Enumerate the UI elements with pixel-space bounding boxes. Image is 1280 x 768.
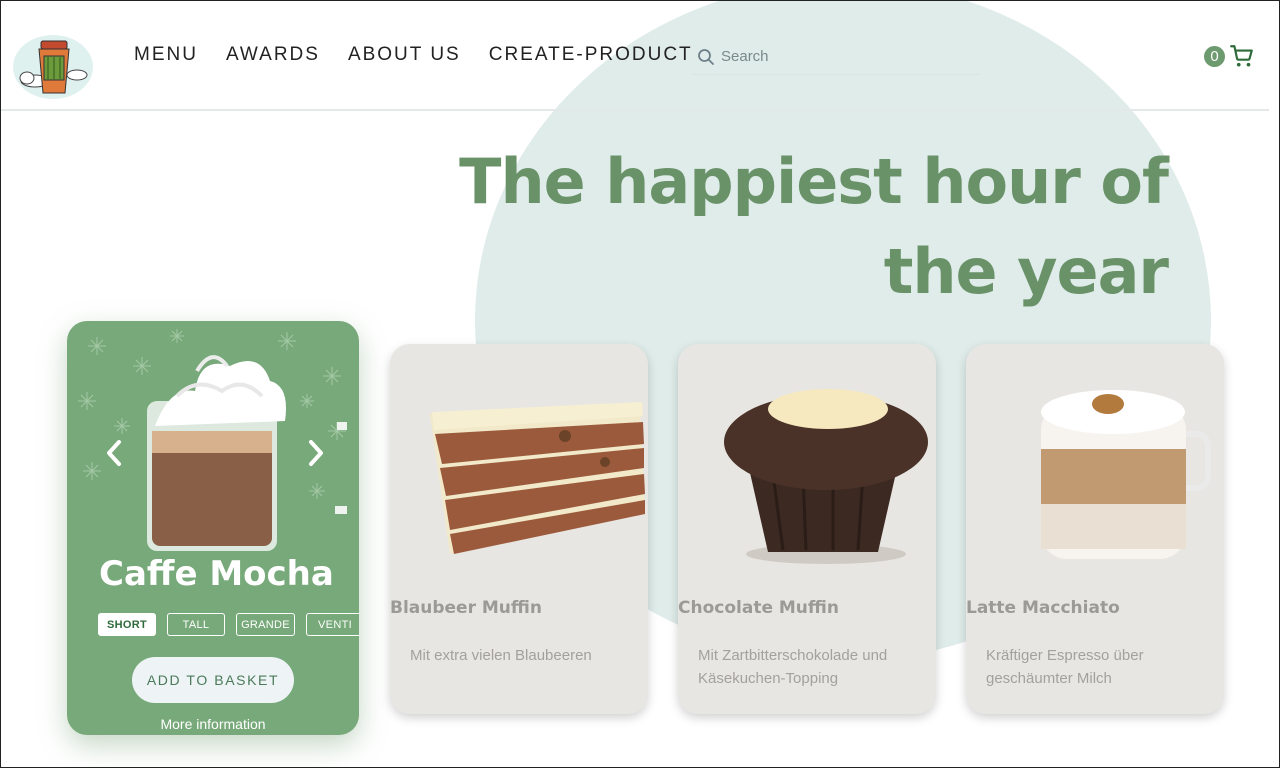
product-title: Chocolate Muffin — [678, 598, 839, 618]
header: MENU AWARDS ABOUT US CREATE-PRODUCT 0 — [1, 1, 1279, 111]
nav-item-create-product[interactable]: CREATE-PRODUCT — [489, 44, 693, 66]
cart-count-badge: 0 — [1204, 45, 1225, 67]
product-card[interactable]: Chocolate Muffin Mit Zartbitterschokolad… — [678, 344, 936, 714]
search-input[interactable] — [721, 48, 961, 65]
header-divider — [1, 109, 1269, 111]
more-information-link[interactable]: More information — [67, 716, 359, 732]
search-icon — [698, 48, 714, 65]
product-title: Latte Macchiato — [966, 598, 1120, 618]
main-nav: MENU AWARDS ABOUT US CREATE-PRODUCT — [134, 44, 721, 66]
chevron-left-icon[interactable] — [101, 436, 129, 470]
product-description: Mit Zartbitterschokolade und Käsekuchen-… — [698, 647, 888, 687]
size-option-grande[interactable]: GRANDE — [236, 613, 295, 636]
search-bar — [691, 39, 981, 75]
size-option-venti[interactable]: VENTI — [306, 613, 359, 636]
chocolate-muffin-image — [724, 389, 928, 564]
featured-product-title: Caffe Mocha — [99, 554, 334, 594]
page: MENU AWARDS ABOUT US CREATE-PRODUCT 0 Th… — [0, 0, 1280, 768]
add-to-basket-button[interactable]: ADD TO BASKET — [132, 657, 294, 703]
size-option-short[interactable]: SHORT — [98, 613, 156, 636]
size-selector: SHORT TALL GRANDE VENTI — [98, 613, 359, 636]
featured-product-card: Caffe Mocha SHORT TALL GRANDE VENTI ADD … — [67, 321, 359, 735]
logo[interactable] — [11, 31, 95, 101]
carrot-cake-image — [430, 402, 645, 554]
chevron-right-icon[interactable] — [301, 436, 329, 470]
product-description: Kräftiger Espresso über geschäumter Milc… — [986, 647, 1144, 687]
nav-item-menu[interactable]: MENU — [134, 44, 198, 66]
shopping-cart-icon — [1230, 45, 1253, 67]
cart-button[interactable]: 0 — [1204, 43, 1255, 69]
latte-macchiato-image — [1041, 390, 1211, 559]
product-title: Blaubeer Muffin — [390, 598, 542, 618]
hero-title: The happiest hour of the year — [459, 145, 1169, 308]
product-card[interactable]: Blaubeer Muffin Mit extra vielen Blaubee… — [390, 344, 648, 714]
product-card[interactable]: Latte Macchiato Kräftiger Espresso über … — [966, 344, 1224, 714]
size-option-tall[interactable]: TALL — [167, 613, 225, 636]
nav-item-awards[interactable]: AWARDS — [226, 44, 320, 66]
nav-item-about-us[interactable]: ABOUT US — [348, 44, 461, 66]
product-description: Mit extra vielen Blaubeeren — [410, 647, 592, 664]
